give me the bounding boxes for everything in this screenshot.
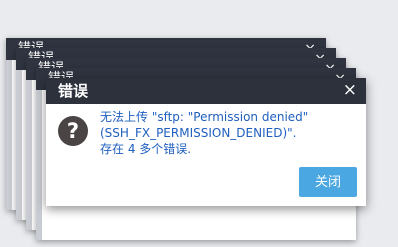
dialog-title: 错误	[58, 82, 89, 100]
close-icon[interactable]: ×	[343, 80, 357, 100]
question-icon: ?	[58, 116, 88, 146]
error-dialog: 错误 × ? 无法上传 "sftp: "Permission denied" (…	[46, 78, 366, 206]
dialog-titlebar[interactable]: 错误 ×	[46, 78, 366, 104]
error-count-line: 存在 4 多个错误.	[100, 142, 192, 156]
error-message-line: 无法上传 "sftp: "Permission denied" (SSH_FX_…	[100, 110, 309, 140]
close-button[interactable]: 关闭	[299, 167, 357, 197]
error-message: 无法上传 "sftp: "Permission denied" (SSH_FX_…	[100, 109, 362, 157]
